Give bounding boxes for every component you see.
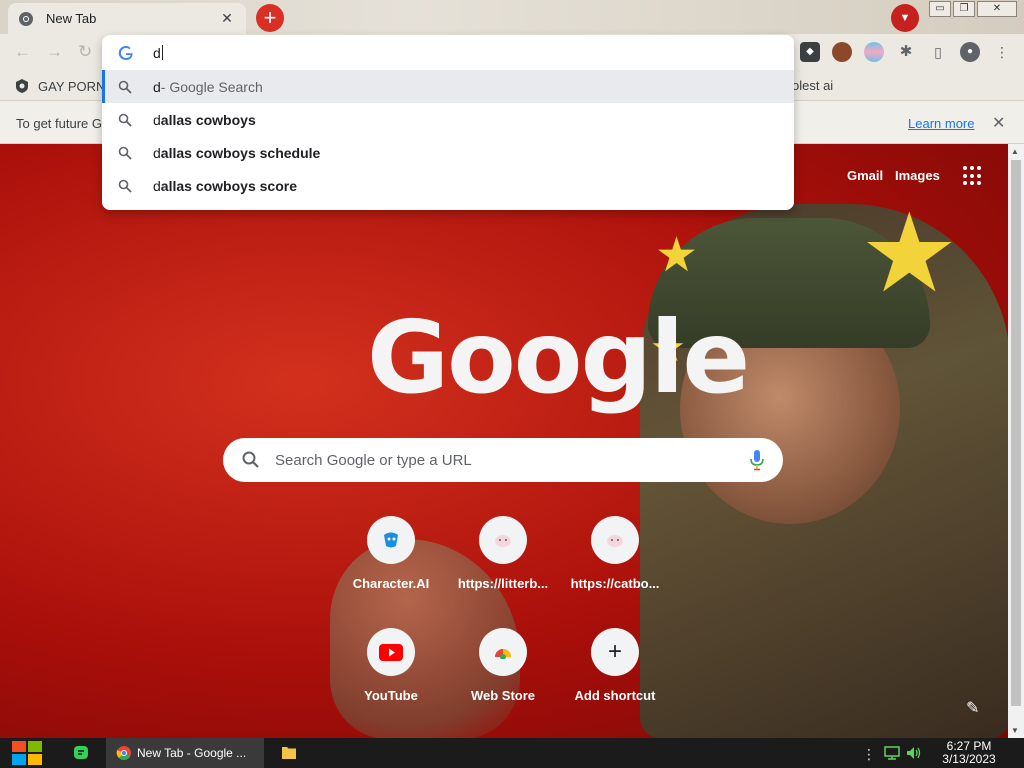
bookmark-shield-icon bbox=[16, 79, 28, 93]
shortcut-tile[interactable]: Web Store bbox=[447, 628, 559, 703]
bookmark-label: GAY PORN bbox=[38, 78, 106, 94]
suggestion-prefix: d bbox=[153, 144, 161, 161]
tab-new-tab[interactable]: New Tab ✕ bbox=[8, 3, 246, 34]
infobar-close-icon[interactable]: ✕ bbox=[992, 113, 1005, 133]
star-icon: ★ bbox=[860, 192, 959, 315]
messaging-app-icon[interactable] bbox=[72, 738, 90, 768]
tab-strip: New Tab ✕ + ▼ ▭ ❐ ✕ bbox=[0, 0, 1024, 34]
suggestion-prefix: d bbox=[153, 177, 161, 194]
suggestion-item[interactable]: d allas cowboys score bbox=[102, 169, 794, 202]
search-icon bbox=[118, 179, 132, 193]
scrollbar-thumb[interactable] bbox=[1011, 160, 1021, 706]
search-icon bbox=[118, 113, 132, 127]
google-g-icon bbox=[118, 45, 133, 60]
suggestion-completion: allas cowboys bbox=[160, 111, 256, 128]
plus-icon: + bbox=[591, 628, 639, 676]
flag-extension-icon[interactable] bbox=[864, 42, 884, 62]
search-icon bbox=[118, 80, 132, 94]
os-taskbar: New Tab - Google ... ⋮ 6:27 PM 3/13/2023 bbox=[0, 738, 1024, 768]
omnibox-dropdown: d d - Google Search d allas cowboys d alla… bbox=[102, 35, 794, 210]
chrome-icon bbox=[19, 11, 33, 26]
page-scrollbar[interactable]: ▲ ▼ bbox=[1008, 144, 1024, 738]
character-ai-icon bbox=[367, 516, 415, 564]
google-logo: Google bbox=[367, 299, 750, 416]
shortcut-label: YouTube bbox=[364, 688, 418, 703]
minimize-button[interactable]: ▭ bbox=[929, 1, 951, 17]
shortcut-label: Web Store bbox=[470, 688, 536, 703]
reload-icon[interactable]: ↻ bbox=[78, 42, 92, 62]
images-link[interactable]: Images bbox=[895, 168, 940, 183]
customize-pencil-icon[interactable]: ✎ bbox=[966, 698, 979, 718]
new-tab-button[interactable]: + bbox=[256, 4, 284, 32]
profile-extension-icon[interactable] bbox=[832, 42, 852, 62]
new-tab-page: ★ ★ ★ Gmail Images Google Character.AI h… bbox=[0, 144, 1008, 738]
suggestion-prefix: d bbox=[153, 111, 161, 128]
text-caret bbox=[161, 45, 163, 60]
scroll-up-icon[interactable]: ▲ bbox=[1011, 147, 1019, 156]
omnibox-typed-text: d bbox=[153, 44, 161, 61]
chrome-icon bbox=[116, 746, 131, 761]
back-arrow-icon[interactable]: ← bbox=[14, 42, 31, 62]
network-icon[interactable] bbox=[884, 746, 900, 760]
windows-start-icon[interactable] bbox=[10, 738, 44, 768]
scroll-down-icon[interactable]: ▼ bbox=[1011, 726, 1019, 735]
suggestion-item[interactable]: d allas cowboys bbox=[102, 103, 794, 136]
web-store-icon bbox=[479, 628, 527, 676]
folder-icon[interactable] bbox=[281, 738, 297, 768]
restore-button[interactable]: ❐ bbox=[953, 1, 975, 17]
tab-close-icon[interactable]: ✕ bbox=[218, 10, 236, 27]
suggestion-item[interactable]: d - Google Search bbox=[102, 70, 794, 103]
ntp-search-input[interactable] bbox=[275, 451, 749, 469]
shortcut-label: https://catbo... bbox=[570, 576, 660, 591]
shortcut-tile[interactable]: + Add shortcut bbox=[559, 628, 671, 703]
extensions-puzzle-icon[interactable]: ✱ bbox=[896, 42, 916, 62]
tab-title: New Tab bbox=[46, 11, 97, 26]
shortcut-tile[interactable]: YouTube bbox=[335, 628, 447, 703]
suggestion-item[interactable]: d allas cowboys schedule bbox=[102, 136, 794, 169]
bookmark-item[interactable]: GAY PORN bbox=[14, 78, 105, 94]
suggestion-suffix: - Google Search bbox=[160, 78, 263, 95]
google-apps-icon[interactable] bbox=[963, 166, 983, 186]
search-icon bbox=[242, 451, 259, 468]
ntp-search-box[interactable] bbox=[223, 438, 783, 482]
cat-face-icon bbox=[591, 516, 639, 564]
clock-date: 3/13/2023 bbox=[942, 752, 996, 766]
gmail-link[interactable]: Gmail bbox=[847, 168, 883, 183]
taskbar-window-title: New Tab - Google ... bbox=[137, 746, 247, 760]
infobar-message: To get future G bbox=[16, 116, 102, 131]
tray-overflow-icon[interactable]: ⋮ bbox=[862, 746, 876, 763]
shortcut-tile[interactable]: https://catbo... bbox=[559, 516, 671, 591]
system-clock[interactable]: 6:27 PM 3/13/2023 bbox=[930, 740, 1008, 766]
youtube-icon bbox=[367, 628, 415, 676]
account-avatar-icon[interactable]: ● bbox=[960, 42, 980, 62]
shortcut-tile[interactable]: https://litterb... bbox=[447, 516, 559, 591]
shortcut-label: Add shortcut bbox=[574, 688, 656, 703]
close-window-button[interactable]: ✕ bbox=[977, 1, 1017, 17]
shortcut-label: Character.AI bbox=[352, 576, 430, 591]
microphone-icon[interactable] bbox=[749, 449, 765, 471]
suggestion-prefix: d bbox=[153, 78, 161, 95]
volume-icon[interactable] bbox=[906, 746, 922, 760]
ublock-extension-icon[interactable]: ◆ bbox=[800, 42, 820, 62]
suggestion-completion: allas cowboys score bbox=[160, 177, 297, 194]
shortcut-label: https://litterb... bbox=[457, 576, 549, 591]
forward-arrow-icon[interactable]: → bbox=[46, 42, 63, 62]
omnibox-input[interactable]: d bbox=[102, 35, 794, 70]
side-panel-icon[interactable]: ▯ bbox=[928, 42, 948, 62]
bookmark-label: olest ai bbox=[792, 78, 834, 93]
cat-face-icon bbox=[479, 516, 527, 564]
learn-more-link[interactable]: Learn more bbox=[908, 116, 974, 131]
bookmark-item[interactable]: olest ai bbox=[792, 78, 833, 93]
search-icon bbox=[118, 146, 132, 160]
menu-kebab-icon[interactable]: ⋮ bbox=[992, 42, 1012, 62]
shortcut-tile[interactable]: Character.AI bbox=[335, 516, 447, 591]
taskbar-chrome-window[interactable]: New Tab - Google ... bbox=[106, 738, 264, 768]
suggestion-completion: allas cowboys schedule bbox=[160, 144, 321, 161]
tab-search-button[interactable]: ▼ bbox=[891, 4, 919, 32]
star-icon: ★ bbox=[655, 229, 699, 282]
